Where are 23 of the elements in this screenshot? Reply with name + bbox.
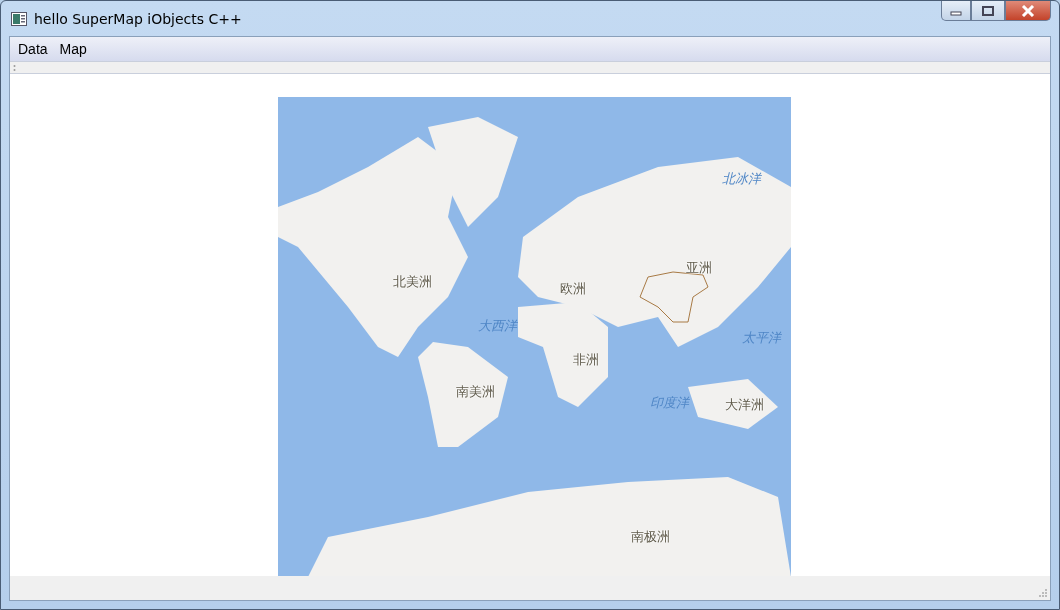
- continent-label: 北美洲: [393, 273, 432, 291]
- continent-label: 南美洲: [456, 383, 495, 401]
- menu-item[interactable]: Data: [14, 41, 52, 57]
- window-title: hello SuperMap iObjects C++: [34, 10, 242, 27]
- ocean-label: 印度洋: [650, 394, 689, 412]
- ocean-label: 大西洋: [478, 317, 517, 335]
- continent-label: 欧洲: [559, 280, 586, 298]
- continent-label: 南极洲: [631, 528, 670, 546]
- menu-item[interactable]: Map: [55, 41, 91, 57]
- toolbar-grip-icon: [13, 63, 16, 72]
- minimize-button[interactable]: [941, 1, 971, 21]
- ocean-label: 太平洋: [742, 329, 781, 347]
- maximize-icon: [982, 5, 994, 16]
- close-icon: [1021, 4, 1035, 17]
- ocean-label: 北冰洋: [722, 170, 761, 188]
- world-map[interactable]: 北冰洋 亚洲 北美洲 欧洲 大西洋 太平洋 非洲 南美洲 印度洋 大洋洲 南极洲: [277, 97, 791, 576]
- resize-grip-icon: [1038, 588, 1048, 598]
- close-button[interactable]: [1005, 1, 1051, 21]
- continent-label: 亚洲: [685, 259, 712, 277]
- maximize-button[interactable]: [971, 1, 1005, 21]
- continent-label: 大洋洲: [725, 396, 764, 414]
- window-app-icon: [11, 11, 27, 26]
- continent-label: 非洲: [572, 351, 599, 369]
